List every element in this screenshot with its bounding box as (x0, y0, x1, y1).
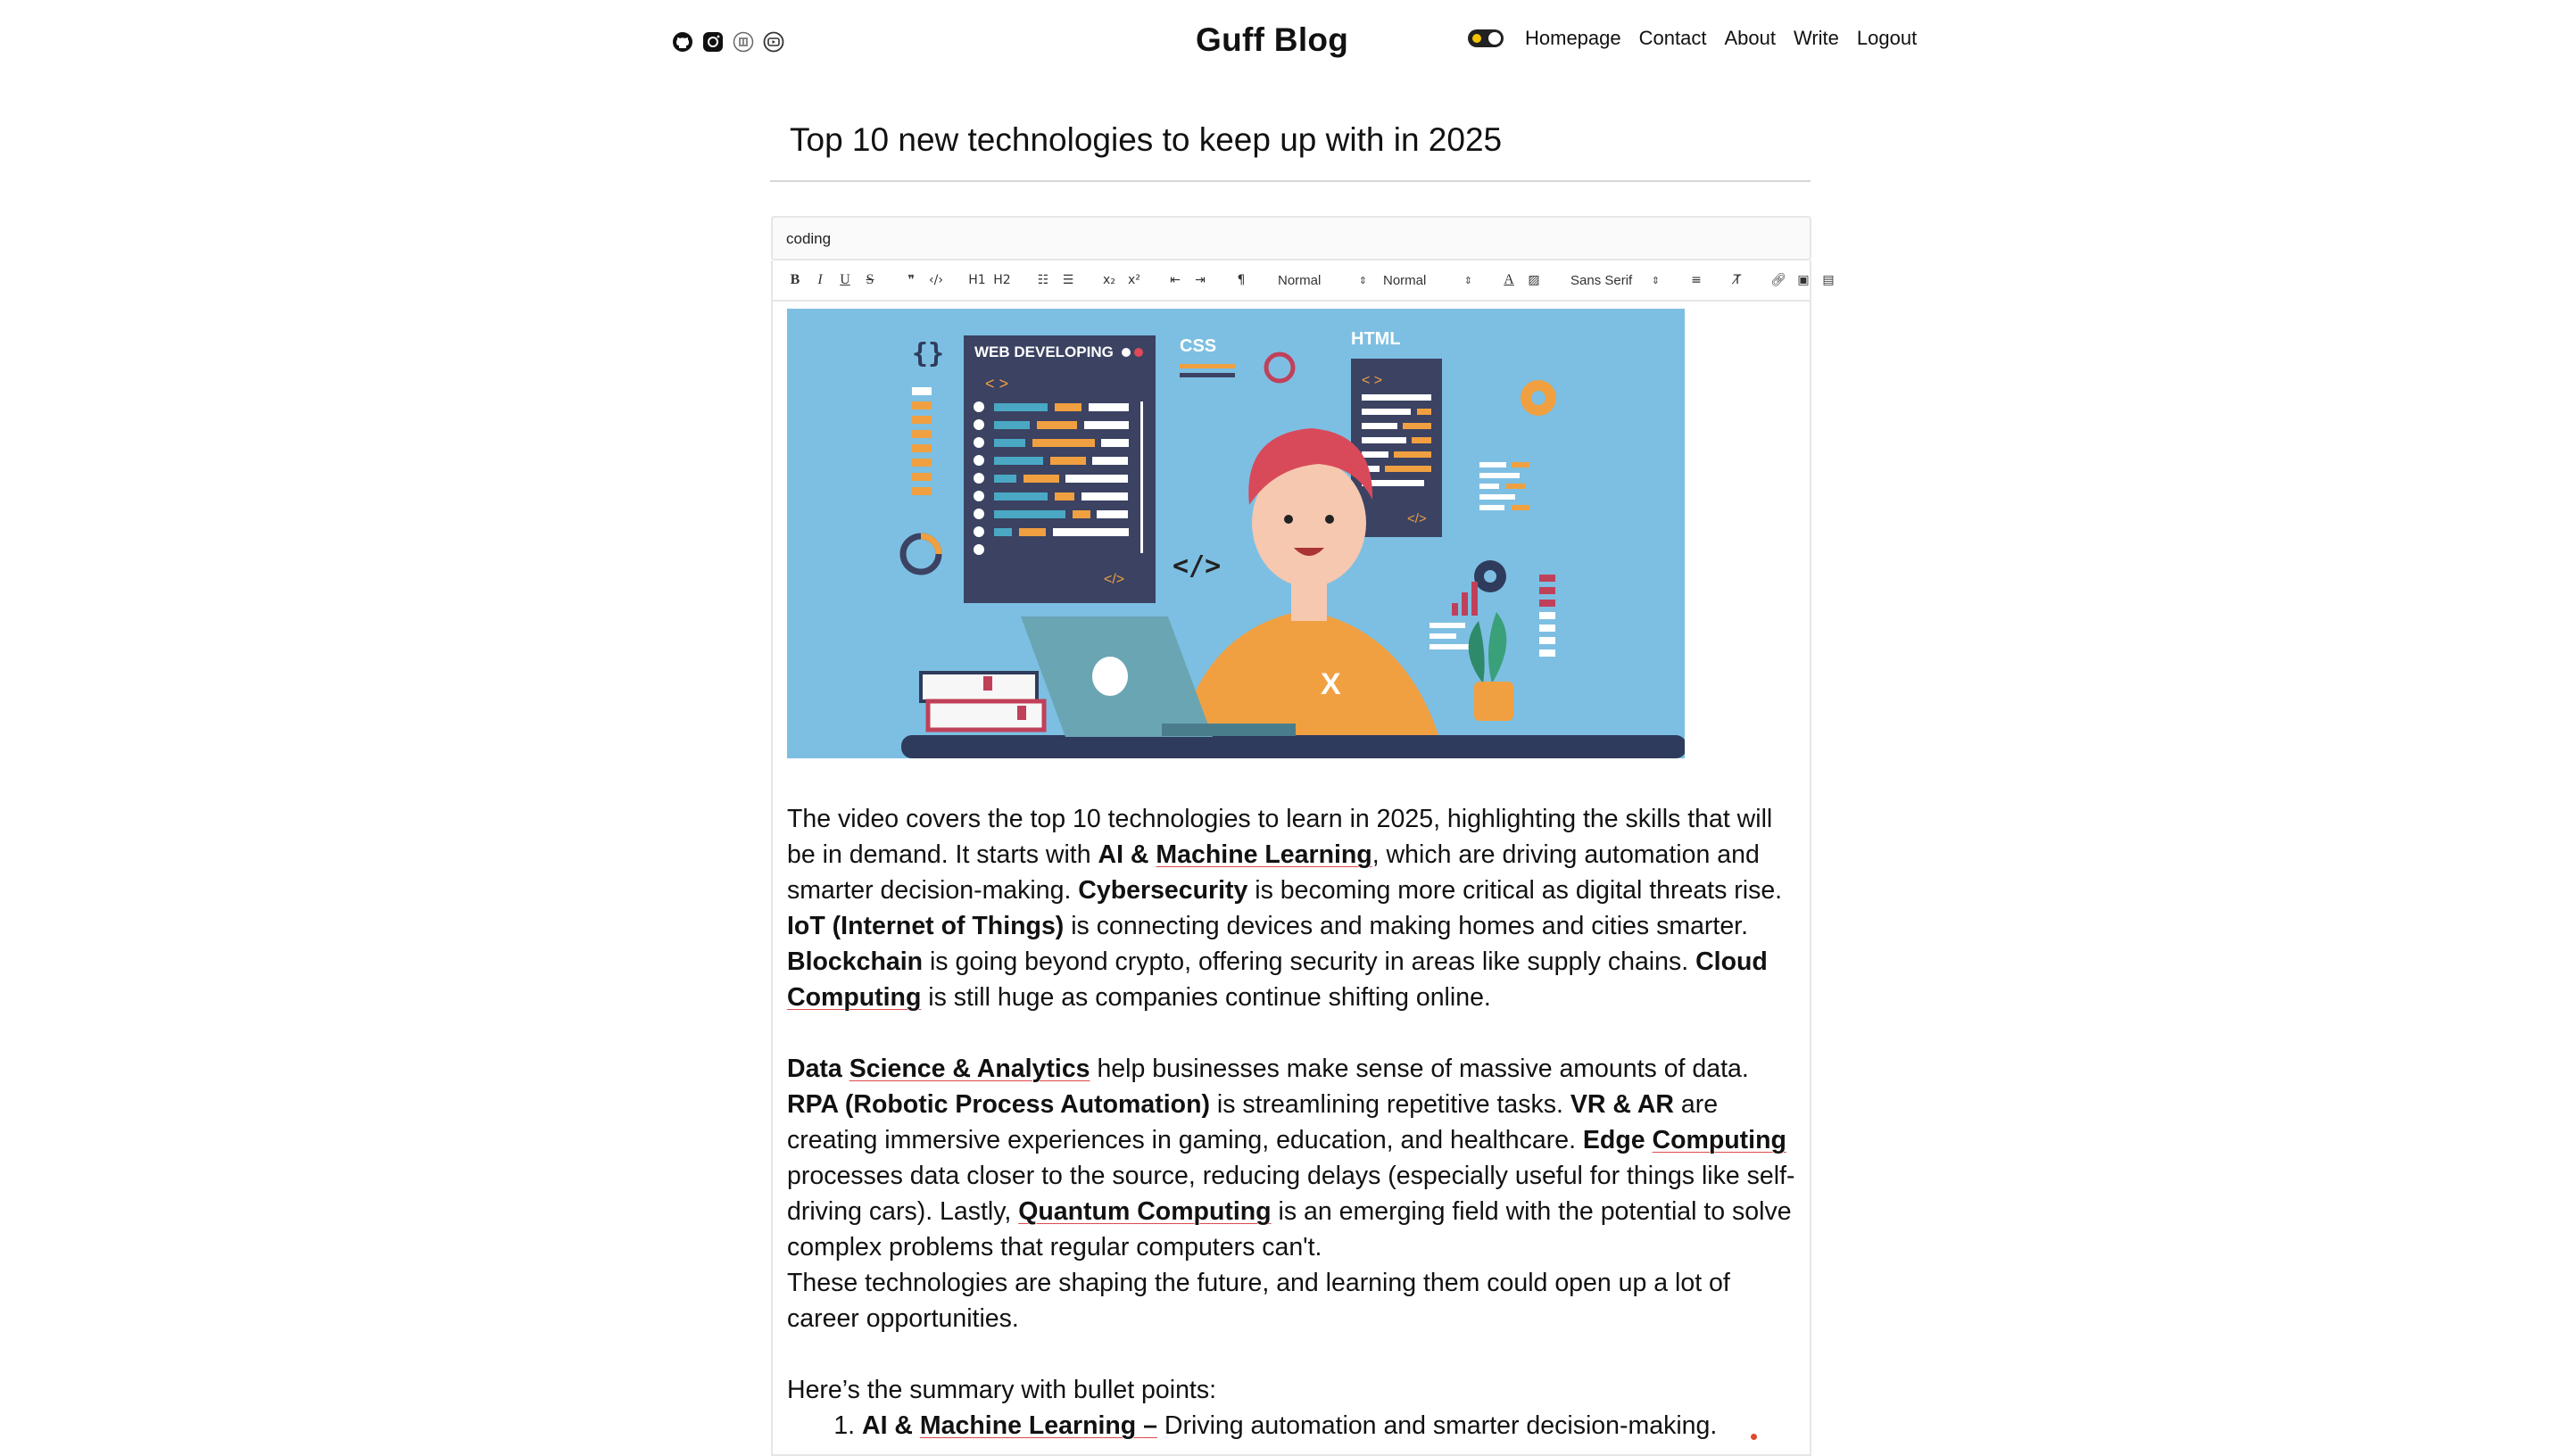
superscript-button[interactable]: x² (1124, 269, 1144, 291)
svg-text:</>: </> (1104, 572, 1124, 587)
background-color-icon[interactable]: ▨ (1524, 269, 1544, 291)
align-icon[interactable]: ≡ (1686, 269, 1706, 291)
h2-button[interactable]: H2 (992, 269, 1012, 291)
css-label: CSS (1180, 336, 1216, 356)
social-links (671, 30, 785, 54)
strike-button[interactable]: S (860, 269, 880, 291)
link-icon[interactable]: 🔗︎ (1769, 269, 1788, 291)
blockquote-icon[interactable]: ❞ (901, 269, 921, 291)
paragraph-3: These technologies are shaping the futur… (787, 1269, 1730, 1333)
nav-write[interactable]: Write (1794, 27, 1839, 50)
post-image: WEB DEVELOPING < > </> {} CSS HTML < > <… (787, 309, 1685, 758)
panel-label: WEB DEVELOPING (974, 343, 1114, 360)
editor-content[interactable]: WEB DEVELOPING < > </> {} CSS HTML < > <… (787, 309, 1795, 1444)
top-bar: Guff Blog Homepage Contact About Write L… (0, 0, 2569, 86)
site-logo[interactable]: Guff Blog (1196, 21, 1348, 59)
cursor-indicator (1751, 1434, 1757, 1440)
paragraph-2: Data Science & Analytics help businesses… (787, 1055, 1795, 1262)
editor-toolbar: B I U S ❞ ‹/› H1 H2 ☷ ☰ x₂ x² ⇤ ⇥ ¶ Norm… (773, 261, 1835, 302)
github-icon[interactable] (671, 30, 694, 54)
indent-icon[interactable]: ⇥ (1190, 269, 1210, 291)
image-icon[interactable]: ▣ (1794, 269, 1813, 291)
svg-text:< >: < > (1362, 373, 1382, 388)
paragraph-1: The video covers the top 10 technologies… (787, 805, 1783, 1012)
font-select[interactable]: Sans Serif ⇕ (1565, 269, 1665, 291)
clear-format-icon[interactable]: T̸ (1728, 269, 1747, 291)
video-icon[interactable]: ▤ (1819, 269, 1838, 291)
h1-button[interactable]: H1 (967, 269, 987, 291)
category-input[interactable] (773, 218, 1771, 248)
category-field (771, 216, 1811, 261)
main-nav: Homepage Contact About Write Logout (1468, 27, 1917, 50)
html-label: HTML (1351, 329, 1401, 349)
shirt-letter: X (1321, 667, 1341, 701)
instagram-icon[interactable] (701, 30, 725, 54)
bullet-list-icon[interactable]: ☰ (1058, 269, 1078, 291)
ordered-list-icon[interactable]: ☷ (1033, 269, 1053, 291)
nav-about[interactable]: About (1724, 27, 1776, 50)
text-direction-icon[interactable]: ¶ (1231, 269, 1251, 291)
youtube-icon[interactable] (762, 30, 785, 54)
nav-logout[interactable]: Logout (1857, 27, 1917, 50)
italic-button[interactable]: I (810, 269, 830, 291)
svg-text:</>: </> (1173, 550, 1221, 582)
underline-button[interactable]: U (835, 269, 855, 291)
theme-toggle[interactable] (1468, 29, 1504, 47)
subscript-button[interactable]: x₂ (1099, 269, 1119, 291)
list-item: AI & Machine Learning – Driving automati… (862, 1408, 1795, 1444)
svg-text:{}: {} (912, 338, 944, 369)
nav-homepage[interactable]: Homepage (1525, 27, 1621, 50)
nav-contact[interactable]: Contact (1639, 27, 1707, 50)
rich-text-editor: B I U S ❞ ‹/› H1 H2 ☷ ☰ x₂ x² ⇤ ⇥ ¶ Norm… (771, 261, 1835, 1456)
size-select[interactable]: Normal ⇕ (1378, 269, 1478, 291)
medium-icon[interactable] (732, 30, 755, 54)
summary-list: AI & Machine Learning – Driving automati… (787, 1408, 1795, 1444)
outdent-icon[interactable]: ⇤ (1165, 269, 1185, 291)
bold-button[interactable]: B (785, 269, 805, 291)
code-block-icon[interactable]: ‹/› (926, 269, 946, 291)
post-title-field (770, 118, 1830, 182)
text-color-icon[interactable]: A (1499, 269, 1519, 291)
header-select[interactable]: Normal ⇕ (1272, 269, 1372, 291)
post-title-input[interactable] (770, 118, 1830, 159)
svg-text:</>: </> (1407, 511, 1427, 526)
paragraph-4: Here’s the summary with bullet points: (787, 1376, 1217, 1404)
svg-text:< >: < > (985, 375, 1008, 393)
